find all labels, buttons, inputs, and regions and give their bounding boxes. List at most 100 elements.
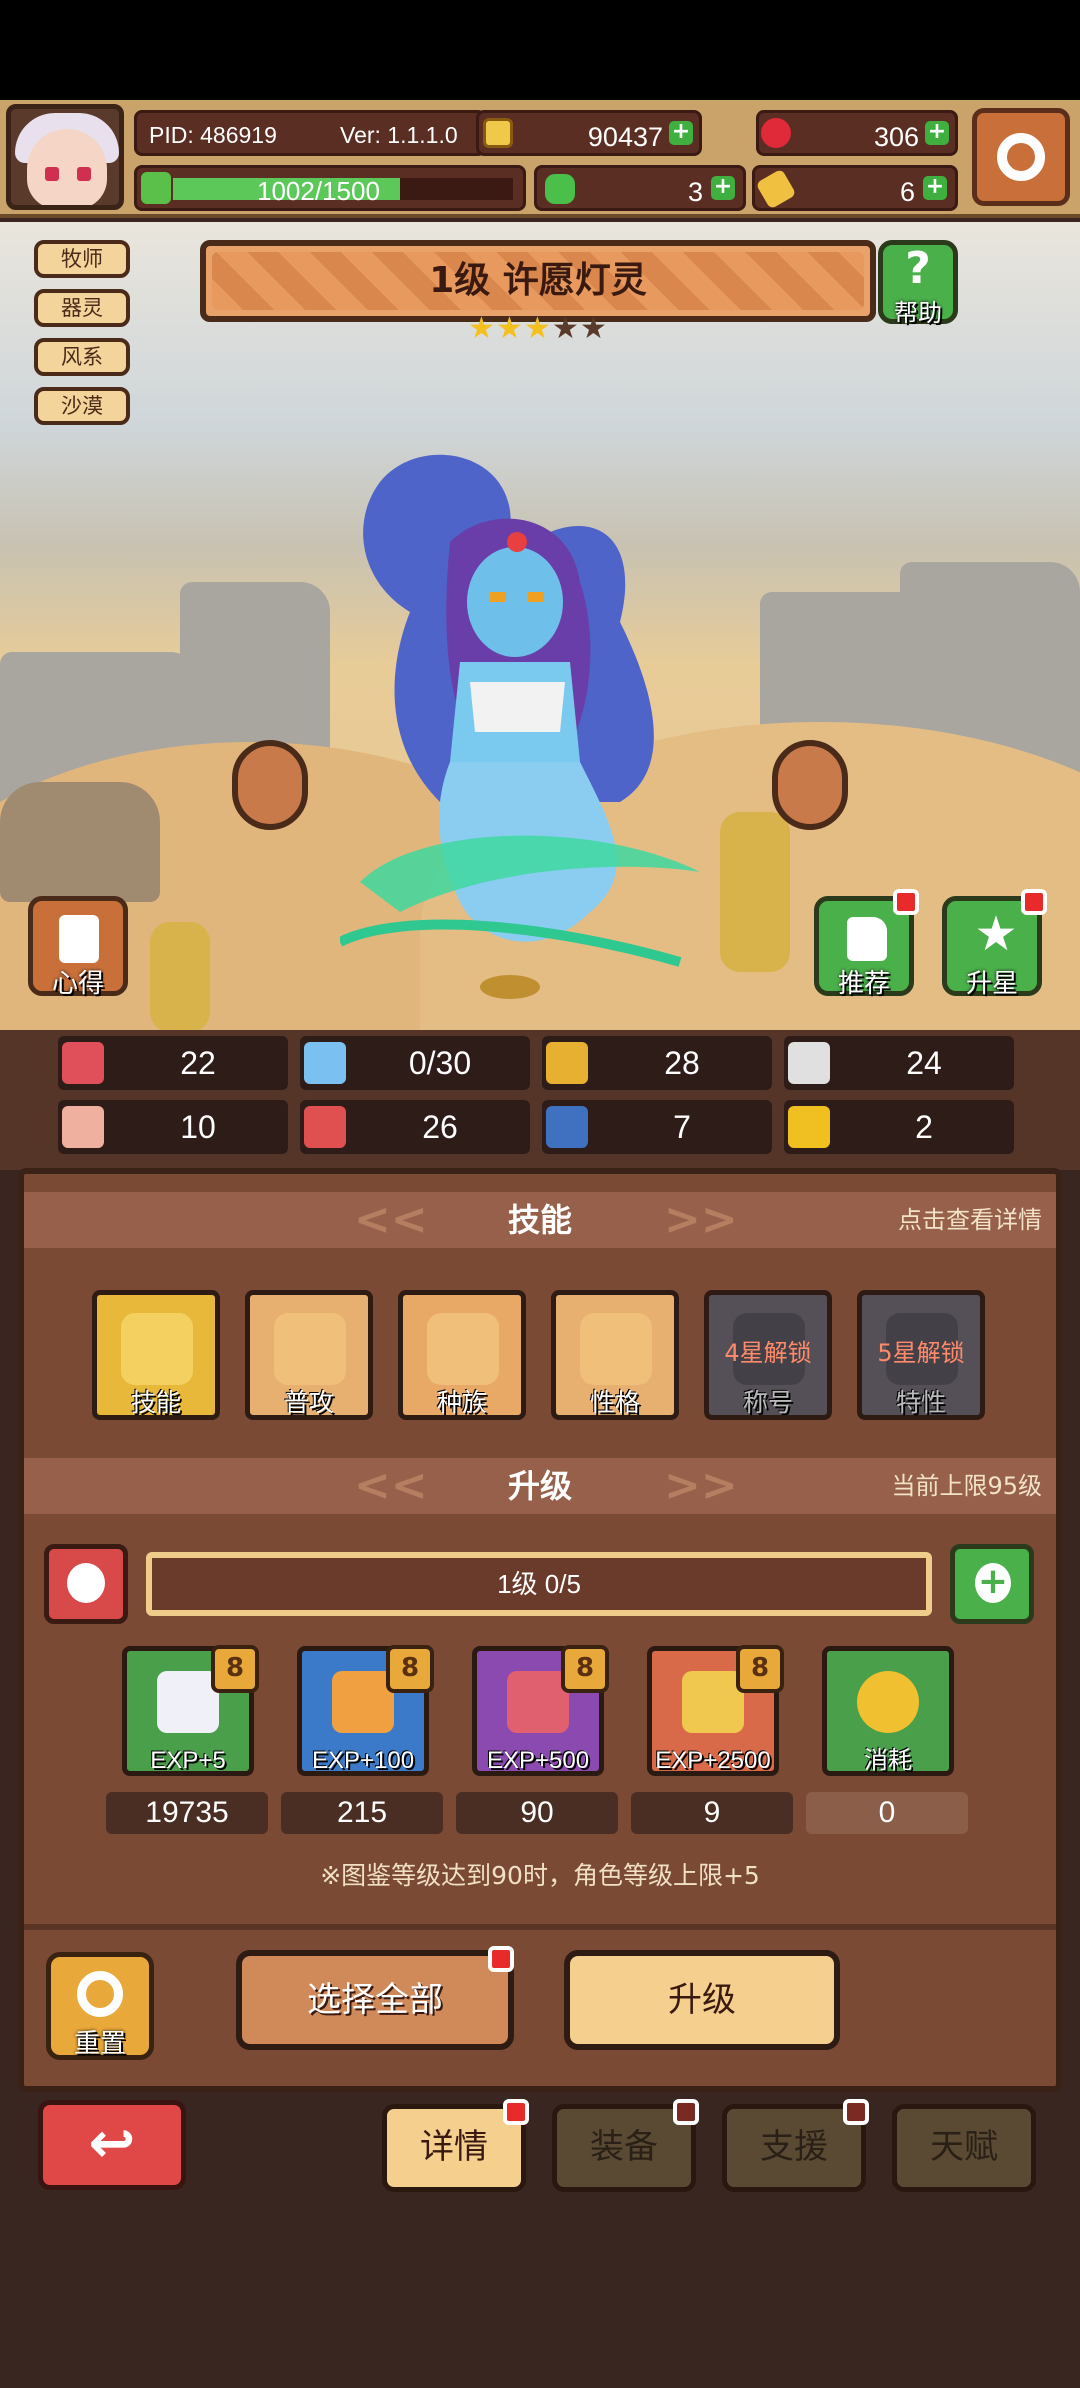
genie-character-sprite [340, 454, 700, 999]
star-filled-icon: ★ [524, 311, 551, 346]
select-all-button[interactable]: 选择全部 [236, 1946, 514, 2050]
exp-item-count: 90 [456, 1792, 618, 1834]
rotate-left-button[interactable] [232, 740, 308, 830]
tab-label: 详情 [420, 2127, 488, 2167]
skill-label: 技能 [130, 1388, 181, 1417]
stat-value: 0/30 [408, 1045, 472, 1081]
add-gold-button[interactable]: + [669, 121, 693, 145]
exp-item-label: EXP+100 [311, 1747, 415, 1774]
star-filled-icon: ★ [468, 311, 495, 346]
stat-boot: 24 [784, 1036, 1014, 1090]
status-bar [0, 0, 1080, 100]
star-empty-icon: ★ [552, 311, 579, 346]
exp-item-3[interactable]: 8 EXP+500 [472, 1645, 609, 1776]
peach-fruit-icon [507, 1671, 569, 1733]
exp-item-label: 消耗 [864, 1747, 912, 1774]
exp-item-label: EXP+5 [150, 1747, 226, 1774]
version-label: Ver: 1.1.1.0 [340, 122, 458, 148]
divider [24, 1924, 1056, 1930]
tag-type[interactable]: 器灵 [34, 289, 130, 327]
notification-dot [673, 2099, 699, 2125]
exp-item-5[interactable]: 消耗 [822, 1646, 954, 1776]
skill-label: 普攻 [283, 1388, 334, 1417]
star-up-button[interactable]: ★ 升星 [942, 889, 1047, 999]
notification-dot [503, 2099, 529, 2125]
skill-slot-4[interactable]: 性格 [551, 1290, 679, 1420]
add-gem-button[interactable]: + [925, 121, 949, 145]
item-badge: 8 [561, 1645, 609, 1693]
recommend-button[interactable]: 推荐 [814, 889, 919, 999]
skills-row: 技能 普攻 种族 性格 4星解锁 称号 5星解锁 特性 [0, 1286, 1080, 1432]
upgrade-button[interactable]: 升级 [564, 1950, 840, 2050]
tab-bar: 详情 装备 支援 天赋 [0, 2099, 1080, 2200]
ticket-icon [755, 168, 797, 210]
level-up-button[interactable]: + [950, 1544, 1034, 1624]
skill-slot-2[interactable]: 普攻 [245, 1290, 373, 1420]
gold-amount: 90437 [587, 122, 663, 152]
skill-slot-5[interactable]: 4星解锁 称号 [704, 1290, 832, 1420]
skill-slot-3[interactable]: 种族 [398, 1290, 526, 1420]
boot-icon [788, 1042, 830, 1084]
gold-heart-icon [121, 1313, 193, 1385]
add-ticket-button[interactable]: + [923, 176, 947, 200]
upgrade-section-header: << >> 升级 当前上限95级 [24, 1458, 1056, 1514]
player-avatar[interactable] [6, 104, 124, 210]
notification-dot [488, 1946, 514, 1972]
exp-item-1[interactable]: 8 EXP+5 [122, 1645, 259, 1776]
level-down-button[interactable] [44, 1544, 128, 1624]
speed-shoe-icon [546, 1106, 588, 1148]
character-title: 1级 许愿灯灵 [429, 260, 647, 301]
tag-class[interactable]: 牧师 [34, 240, 130, 278]
exp-items-row: 8 EXP+5 19735 8 EXP+100 215 8 EXP+500 90 8 EXP+250… [0, 1645, 1080, 1842]
exp-item-label: EXP+500 [486, 1747, 590, 1774]
ticket-panel: 6 + [752, 165, 958, 211]
refresh-icon [77, 1971, 123, 2017]
tab-label: 装备 [590, 2127, 658, 2167]
heart-icon [274, 1313, 346, 1385]
notification-dot [1021, 889, 1047, 915]
water-drop-icon [304, 1042, 346, 1084]
horseshoe-icon [788, 1106, 830, 1148]
star-empty-icon: ★ [580, 311, 607, 346]
stat-book: 26 [300, 1100, 530, 1154]
gold-bar-icon [682, 1671, 744, 1733]
energy-panel: 1002/1500 [134, 165, 526, 211]
thumbs-up-icon [847, 917, 887, 961]
notes-button[interactable]: 心得 [28, 896, 128, 999]
skill-slot-1[interactable]: 技能 [92, 1290, 220, 1420]
level-progress-text: 1级 0/5 [497, 1569, 581, 1599]
exp-item-count: 19735 [106, 1792, 268, 1834]
notification-dot [893, 889, 919, 915]
potion-bottle-icon [332, 1671, 394, 1733]
tab-1[interactable]: 详情 [382, 2099, 529, 2192]
energy-amount: 1002/1500 [257, 176, 380, 206]
stat-value: 22 [180, 1045, 216, 1081]
tab-3[interactable]: 支援 [722, 2099, 869, 2192]
settings-button[interactable] [972, 108, 1070, 206]
magic-lamp-icon [427, 1313, 499, 1385]
lock-requirement: 5星解锁 [877, 1339, 965, 1367]
tag-biome[interactable]: 沙漠 [34, 387, 130, 425]
rotate-right-button[interactable] [772, 740, 848, 830]
exp-item-2[interactable]: 8 EXP+100 [297, 1645, 434, 1776]
skill-slot-6[interactable]: 5星解锁 特性 [857, 1290, 985, 1420]
clover-panel: 3 + [534, 165, 746, 211]
tag-element[interactable]: 风系 [34, 338, 130, 376]
tab-4[interactable]: 天赋 [892, 2104, 1036, 2192]
help-button[interactable]: ? 帮助 [878, 240, 958, 327]
exp-item-count: 0 [806, 1792, 968, 1834]
level-progress-bar: 1级 0/5 [146, 1552, 932, 1616]
tab-2[interactable]: 装备 [552, 2099, 699, 2192]
reset-button[interactable]: 重置 [46, 1952, 154, 2060]
skill-label: 种族 [436, 1388, 487, 1417]
exp-item-4[interactable]: 8 EXP+2500 [647, 1645, 784, 1776]
skills-section-header[interactable]: << >> 技能 点击查看详情 [24, 1192, 1056, 1248]
character-title-plate: 1级 许愿灯灵 [200, 240, 876, 322]
add-clover-button[interactable]: + [711, 176, 735, 200]
exp-item-count: 215 [281, 1792, 443, 1834]
fist-icon [62, 1106, 104, 1148]
question-icon: ? [905, 243, 931, 294]
stat-shield: 28 [542, 1036, 772, 1090]
stat-heart: 22 [58, 1036, 288, 1090]
energy-icon [141, 172, 171, 204]
